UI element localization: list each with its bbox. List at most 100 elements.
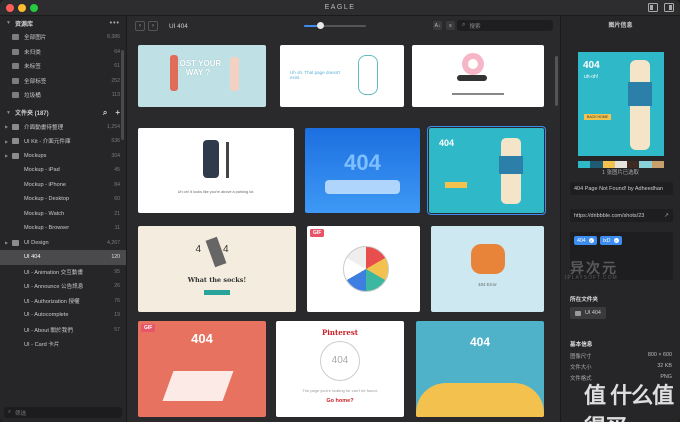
library-section-header[interactable]: ▼ 资源库 ••• — [0, 16, 126, 30]
sidebar-folder-item[interactable]: Mockup - iPhone 84 — [0, 178, 126, 193]
sidebar-folder-item[interactable]: Mockup - iPad 45 — [0, 163, 126, 178]
folder-label: Mockup - iPad — [24, 167, 60, 174]
folder-icon — [12, 123, 19, 130]
sidebar-folder-item[interactable]: ▶ 介面動畫待整理 1,254 — [0, 120, 126, 135]
folder-label: Mockup - Desktop — [24, 196, 70, 203]
filter-icon[interactable]: ≡ — [446, 21, 455, 30]
sidebar-folder-item[interactable]: ▶ Mockups 304 — [0, 149, 126, 164]
sidebar-scrollbar[interactable] — [121, 50, 124, 140]
palette-swatch[interactable] — [639, 161, 652, 168]
folder-count: 84 — [114, 181, 120, 188]
back-button[interactable]: ‹ — [135, 21, 145, 31]
tag-chip[interactable]: ixD × — [600, 236, 622, 245]
image-card[interactable]: 44 What the socks! — [138, 226, 296, 312]
folder-label: UI - About 關於我們 — [24, 327, 73, 334]
palette-swatch[interactable] — [651, 161, 664, 168]
palette-swatch[interactable] — [627, 161, 640, 168]
folder-icon — [12, 239, 19, 246]
sidebar-folder-item[interactable]: UI - Announce 公告訊息 26 — [0, 279, 126, 294]
folder-label: UI Kit - 介面元件庫 — [24, 139, 71, 146]
sidebar-folder-item[interactable]: Mockup - Desktop 60 — [0, 192, 126, 207]
sidebar-folder-item[interactable]: UI - Authorization 授權 76 — [0, 294, 126, 309]
remove-tag-icon[interactable]: × — [613, 238, 619, 243]
sidebar-folder-item[interactable]: UI - About 關於我們 57 — [0, 323, 126, 338]
palette-swatch[interactable] — [602, 161, 615, 168]
search-icon[interactable]: ⌕ — [103, 108, 107, 118]
image-card[interactable]: GIF — [307, 226, 420, 312]
sidebar-folder-item[interactable]: ▶ UI Kit - 介面元件庫 536 — [0, 134, 126, 149]
folder-count: 76 — [114, 297, 120, 304]
grid-scrollbar[interactable] — [555, 56, 558, 106]
gif-badge: GIF — [310, 229, 325, 237]
more-options-icon[interactable]: ••• — [110, 20, 120, 27]
app-window: EAGLE ▼ 资源库 ••• 全部图片 8,386 未归类 64 未标签 61 全部… — [0, 0, 680, 422]
open-link-icon[interactable]: ↗ — [664, 212, 669, 219]
folders-section-header[interactable]: ▼ 文件夹 (187) ⌕ + — [0, 106, 126, 120]
image-card[interactable]: Pinterest 404 The page you're looking fo… — [276, 321, 404, 417]
folder-icon — [12, 138, 19, 145]
folder-count: 19 — [114, 312, 120, 319]
palette-swatch[interactable] — [614, 161, 628, 168]
info-row-filesize: 文件大小 32 KB — [570, 363, 672, 371]
folder-label: Mockup - Watch — [24, 210, 65, 217]
sidebar-folder-item[interactable]: Mockup - Browser 11 — [0, 221, 126, 236]
image-card[interactable]: LOST YOUR WAY ? — [138, 45, 266, 107]
search-icon: ⌕ — [462, 22, 466, 28]
chevron-right-icon[interactable]: ▶ — [5, 153, 8, 158]
search-input[interactable]: ⌕ 搜索 — [457, 20, 553, 31]
sidebar-item-uncategorized[interactable]: 未归类 64 — [0, 45, 126, 60]
folder-chip[interactable]: UI 404 — [570, 307, 606, 319]
sidebar-folder-item[interactable]: UI - Autocomplete 19 — [0, 308, 126, 323]
palette-swatch[interactable] — [578, 161, 591, 168]
image-card[interactable]: 404 — [416, 321, 544, 417]
sidebar-item-all-tags[interactable]: 全部标签 252 — [0, 74, 126, 89]
sidebar-item-untagged[interactable]: 未标签 61 — [0, 59, 126, 74]
images-icon — [12, 34, 19, 41]
sidebar-item-trash[interactable]: 垃圾桶 113 — [0, 88, 126, 103]
folder-count: 4,267 — [107, 239, 120, 246]
remove-tag-icon[interactable]: × — [588, 238, 594, 243]
folder-label: Mockup - Browser — [24, 225, 70, 232]
image-card[interactable] — [412, 45, 544, 107]
toggle-sidebar-icon[interactable] — [648, 3, 658, 12]
folder-count: 21 — [114, 210, 120, 217]
folder-count: 95 — [114, 268, 120, 275]
sidebar-folder-item[interactable]: UI 404 120 — [0, 250, 126, 265]
sidebar-folder-item[interactable]: UI - Card 卡片 — [0, 337, 126, 352]
image-card[interactable]: Uh oh! It looks like you're above a park… — [138, 128, 294, 213]
forward-button[interactable]: › — [148, 21, 158, 31]
sidebar-folder-item[interactable]: ▶ UI Design 4,267 — [0, 236, 126, 251]
folder-count: 304 — [111, 152, 120, 159]
sidebar-folder-item[interactable]: UI - Animation 交互動畫 95 — [0, 265, 126, 280]
image-card-selected[interactable]: 404 — [427, 126, 546, 215]
sidebar: ▼ 资源库 ••• 全部图片 8,386 未归类 64 未标签 61 全部标签 252 … — [0, 16, 127, 422]
zoom-slider[interactable] — [304, 22, 366, 29]
add-folder-icon[interactable]: + — [115, 108, 120, 118]
image-card[interactable]: 404 — [305, 128, 420, 213]
chevron-right-icon[interactable]: ▶ — [5, 240, 8, 245]
sidebar-filter-input[interactable]: ⌕ 筛选 — [4, 407, 122, 418]
folder-label: UI - Card 卡片 — [24, 342, 60, 349]
watermark-url: IPLAYSOFT.COM — [565, 275, 618, 281]
image-card[interactable]: Uh oh. That page doesn't exist. — [280, 45, 404, 107]
sidebar-item-all-images[interactable]: 全部图片 8,386 — [0, 30, 126, 45]
folder-count: 120 — [111, 254, 120, 261]
image-name-field[interactable]: 404 Page Not Found! by Adheedhan — [570, 182, 673, 195]
app-title: EAGLE — [324, 4, 356, 11]
preview-thumbnail[interactable]: 404 uh-oh! BACK HOME — [578, 52, 664, 156]
source-url-field[interactable]: https://dribbble.com/shots/23 ↗ — [570, 209, 673, 222]
palette-swatch[interactable] — [590, 161, 603, 168]
sidebar-folder-item[interactable]: Mockup - Watch 21 — [0, 207, 126, 222]
tag-chip[interactable]: 404 × — [574, 236, 597, 245]
folder-count: 60 — [114, 196, 120, 203]
sort-icon[interactable]: A↓ — [433, 21, 442, 30]
chevron-right-icon[interactable]: ▶ — [5, 139, 8, 144]
image-card[interactable]: 404 Error — [431, 226, 544, 312]
toggle-inspector-icon[interactable] — [664, 3, 674, 12]
color-palette[interactable] — [578, 161, 664, 168]
folder-count: 57 — [114, 326, 120, 333]
image-card[interactable]: GIF 404 — [138, 321, 266, 417]
zoom-slider-handle[interactable] — [316, 22, 324, 29]
folder-count: 1,254 — [107, 123, 120, 130]
chevron-right-icon[interactable]: ▶ — [5, 124, 8, 129]
